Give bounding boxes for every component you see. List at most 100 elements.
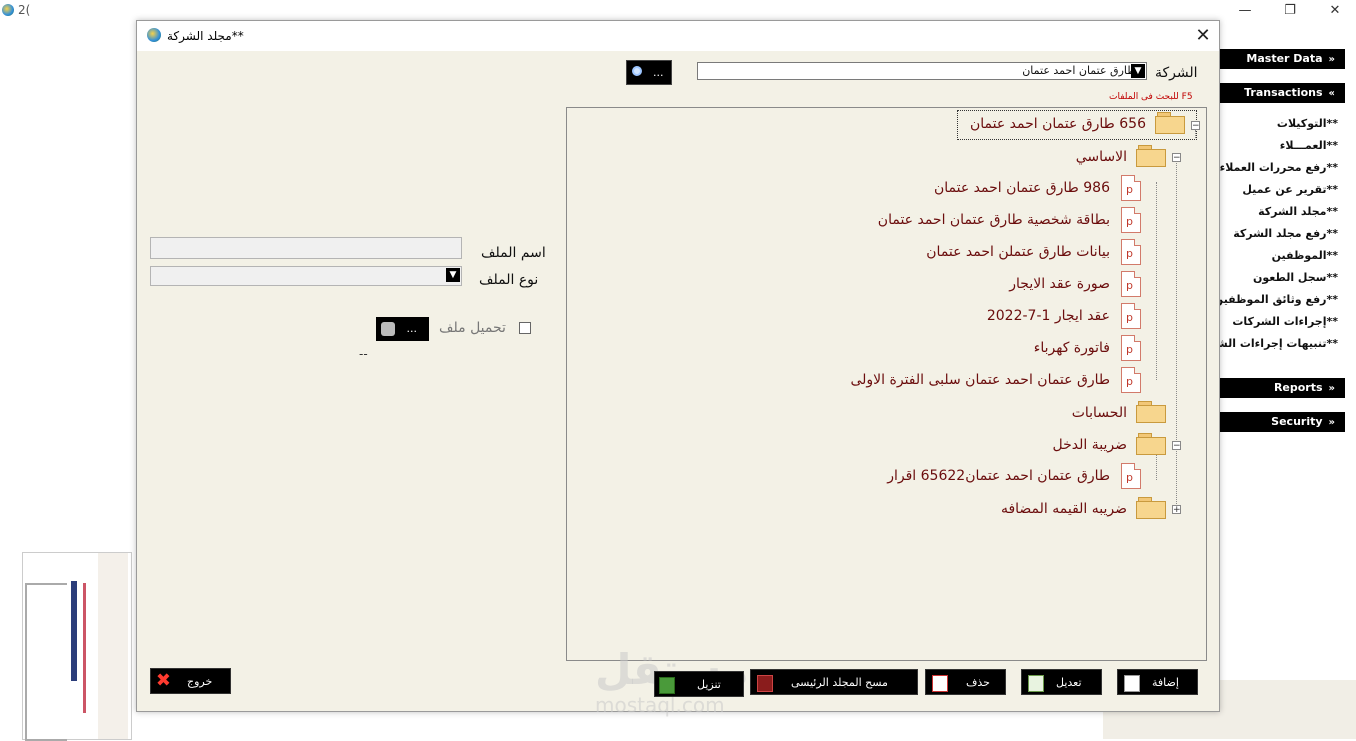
menu-security-label: Security bbox=[1271, 415, 1323, 428]
menu-transactions-label: Transactions bbox=[1244, 86, 1323, 99]
pdf-file-icon: p bbox=[1121, 239, 1141, 265]
tree-file[interactable]: صورة عقد الايجار bbox=[1009, 276, 1110, 292]
puzzle-icon bbox=[381, 322, 395, 336]
menu-transactions[interactable]: Transactions « bbox=[1219, 83, 1345, 103]
menu-item-upload-employee-docs[interactable]: **رفع وثائق الموظفين bbox=[1212, 293, 1338, 313]
tree-root-label[interactable]: 656 طارق عتمان احمد عتمان bbox=[970, 116, 1146, 132]
delete-icon bbox=[932, 675, 948, 692]
pdf-file-icon: p bbox=[1121, 463, 1141, 489]
book-icon bbox=[757, 675, 773, 692]
tree-collapse-toggle[interactable]: − bbox=[1191, 121, 1200, 131]
tree-file[interactable]: طارق عتمان احمد عتمان سلبى الفترة الاولى bbox=[850, 372, 1110, 388]
tree-file[interactable]: بطاقة شخصية طارق عتمان احمد عتمان bbox=[878, 212, 1110, 228]
clear-main-folder-button[interactable]: مسح المجلد الرئيسى bbox=[750, 669, 918, 695]
folder-tree[interactable]: − 656 طارق عتمان احمد عتمان − الاساسي p … bbox=[566, 107, 1207, 661]
minimize-button[interactable]: — bbox=[1222, 0, 1268, 22]
menu-item-company-procedures[interactable]: **إجراءات الشركات bbox=[1212, 315, 1338, 335]
delete-button[interactable]: حذف bbox=[925, 669, 1006, 695]
tree-collapse-toggle[interactable]: − bbox=[1172, 441, 1181, 451]
upload-file-label: تحميل ملف bbox=[439, 320, 506, 336]
tree-folder-accounts[interactable]: الحسابات bbox=[1072, 405, 1127, 421]
magnifier-icon bbox=[632, 66, 642, 76]
folder-icon bbox=[1136, 401, 1166, 423]
folder-icon bbox=[1136, 145, 1166, 167]
file-type-select[interactable]: ▼ bbox=[150, 266, 462, 286]
tree-file[interactable]: عقد ايجار 1-7-2022 bbox=[987, 308, 1110, 324]
menu-item-appeals-log[interactable]: **سجل الطعون bbox=[1212, 271, 1338, 291]
company-select-value: طارق عتمان احمد عتمان bbox=[1022, 64, 1136, 77]
menu-item-client-report[interactable]: **تقرير عن عميل bbox=[1212, 183, 1338, 203]
pdf-file-icon: p bbox=[1121, 207, 1141, 233]
menu-reports[interactable]: Reports » bbox=[1219, 378, 1345, 398]
chevron-down-icon: » bbox=[1328, 54, 1335, 65]
tree-expand-toggle[interactable]: + bbox=[1172, 505, 1181, 515]
menu-item-upload-client-docs[interactable]: **رفع محررات العملاء bbox=[1212, 161, 1338, 181]
tree-folder-basic[interactable]: الاساسي bbox=[1076, 149, 1127, 165]
tree-connector bbox=[1156, 182, 1157, 380]
menu-security[interactable]: Security » bbox=[1219, 412, 1345, 432]
edit-button[interactable]: تعديل bbox=[1021, 669, 1102, 695]
tree-connector bbox=[1156, 452, 1157, 480]
dropdown-arrow-icon: ▼ bbox=[1131, 64, 1145, 78]
app-close-button[interactable]: ✕ bbox=[1312, 0, 1356, 22]
search-hint: F5 للبحث فى الملفات bbox=[1109, 92, 1193, 102]
tree-file[interactable]: فاتورة كهرباء bbox=[1034, 340, 1110, 356]
company-select[interactable]: طارق عتمان احمد عتمان ▼ bbox=[697, 62, 1147, 80]
download-icon bbox=[659, 677, 675, 694]
document-icon bbox=[1124, 675, 1140, 692]
tree-file[interactable]: 986 طارق عتمان احمد عتمان bbox=[934, 180, 1110, 196]
pdf-file-icon: p bbox=[1121, 335, 1141, 361]
pdf-file-icon: p bbox=[1121, 303, 1141, 329]
menu-master-data[interactable]: Master Data » bbox=[1219, 49, 1345, 69]
dropdown-arrow-icon: ▼ bbox=[446, 268, 460, 282]
upload-file-checkbox[interactable] bbox=[519, 322, 531, 334]
file-name-input[interactable] bbox=[150, 237, 462, 259]
download-button[interactable]: تنزيل bbox=[654, 671, 744, 697]
menu-item-upload-company-folder[interactable]: **رفع مجلد الشركة bbox=[1212, 227, 1338, 247]
add-button[interactable]: إضافة bbox=[1117, 669, 1198, 695]
dialog-titlebar bbox=[137, 21, 1219, 51]
restore-button[interactable]: ❐ bbox=[1267, 0, 1313, 22]
app-globe-icon bbox=[2, 4, 14, 16]
tree-folder-vat[interactable]: ضريبه القيمه المضافه bbox=[1001, 501, 1127, 517]
menu-master-data-label: Master Data bbox=[1246, 52, 1323, 65]
file-name-label: اسم الملف bbox=[481, 245, 546, 261]
edit-button-label: تعديل bbox=[1056, 676, 1082, 689]
exit-button-label: خروج bbox=[187, 675, 213, 688]
close-x-icon: ✖ bbox=[155, 670, 171, 691]
clear-main-folder-label: مسح المجلد الرئيسى bbox=[791, 676, 888, 689]
tree-folder-income-tax[interactable]: ضريبة الدخل bbox=[1053, 437, 1127, 453]
background-document-thumbnail bbox=[22, 552, 132, 741]
chevron-up-icon: « bbox=[1328, 88, 1335, 99]
pdf-file-icon: p bbox=[1121, 367, 1141, 393]
folder-icon bbox=[1136, 497, 1166, 519]
search-button-label: ... bbox=[653, 66, 664, 79]
tree-connector bbox=[1176, 160, 1177, 512]
app-titlebar bbox=[0, 0, 1356, 22]
pdf-file-icon: p bbox=[1121, 271, 1141, 297]
download-button-label: تنزيل bbox=[697, 678, 721, 691]
exit-button[interactable]: ✖ خروج bbox=[150, 668, 231, 694]
menu-item-clients[interactable]: **العمـــلاء bbox=[1212, 139, 1338, 159]
menu-reports-label: Reports bbox=[1273, 381, 1323, 394]
chevron-down-icon: » bbox=[1328, 383, 1335, 394]
edit-icon bbox=[1028, 675, 1044, 692]
dialog-close-button[interactable]: ✕ bbox=[1191, 25, 1215, 47]
menu-item-company-folder[interactable]: **مجلد الشركة bbox=[1212, 205, 1338, 225]
pdf-file-icon: p bbox=[1121, 175, 1141, 201]
browse-button-label: ... bbox=[406, 322, 418, 335]
chevron-down-icon: » bbox=[1328, 417, 1335, 428]
tree-file[interactable]: طارق عتمان احمد عتمان65622 اقرار bbox=[887, 468, 1110, 484]
tree-collapse-toggle[interactable]: − bbox=[1172, 153, 1181, 163]
menu-item-powers-of-attorney[interactable]: **التوكيلات bbox=[1212, 117, 1338, 137]
folder-icon bbox=[1155, 112, 1185, 134]
app-title: 2( bbox=[18, 3, 31, 17]
dialog-title: **مجلد الشركة bbox=[167, 29, 244, 43]
search-button[interactable]: ... bbox=[626, 60, 672, 85]
menu-item-procedure-alerts[interactable]: **تنبيهات إجراءات الشر bbox=[1212, 337, 1338, 357]
tree-file[interactable]: بيانات طارق عتملن احمد عتمان bbox=[926, 244, 1110, 260]
company-folder-dialog: **مجلد الشركة ✕ الشركة طارق عتمان احمد ع… bbox=[136, 20, 1220, 717]
menu-item-employees[interactable]: **الموظفين bbox=[1212, 249, 1338, 269]
globe-icon bbox=[147, 28, 161, 42]
file-type-label: نوع الملف bbox=[479, 272, 539, 288]
